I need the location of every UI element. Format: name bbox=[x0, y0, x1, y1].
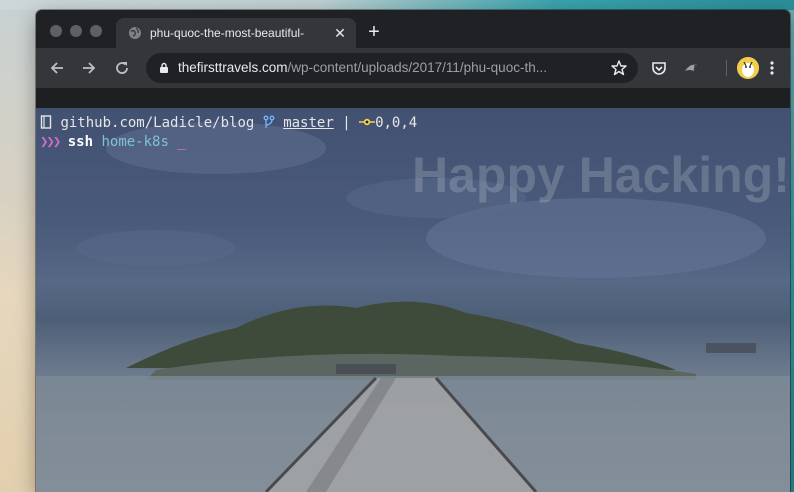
repo-icon bbox=[40, 115, 52, 129]
url-path: /wp-content/uploads/2017/11/phu-quoc-th.… bbox=[287, 60, 547, 75]
branch-name: master bbox=[283, 115, 334, 131]
desktop-wallpaper-top bbox=[0, 0, 794, 10]
terminal-cursor: _ bbox=[177, 134, 186, 150]
browser-toolbar: thefirsttravels.com/wp-content/uploads/2… bbox=[36, 48, 790, 88]
globe-icon bbox=[129, 27, 141, 39]
reload-icon[interactable] bbox=[113, 59, 131, 77]
prompt-chevrons: ❯❯❯ bbox=[40, 134, 61, 150]
close-tab-icon[interactable]: ✕ bbox=[332, 25, 348, 41]
star-icon[interactable] bbox=[610, 59, 628, 77]
commit-icon bbox=[359, 118, 376, 126]
minimize-window-button[interactable] bbox=[70, 25, 82, 37]
avatar-icon[interactable] bbox=[737, 57, 759, 79]
back-arrow-icon[interactable] bbox=[48, 59, 66, 77]
address-bar[interactable]: thefirsttravels.com/wp-content/uploads/2… bbox=[146, 53, 638, 83]
forward-arrow-icon[interactable] bbox=[80, 59, 98, 77]
command-line[interactable]: ❯❯❯ ssh home-k8s _ bbox=[40, 133, 186, 151]
branch-icon bbox=[263, 115, 275, 128]
kebab-menu-icon[interactable] bbox=[766, 59, 778, 77]
git-status: 0,0,4 bbox=[375, 115, 418, 131]
url-text: thefirsttravels.com/wp-content/uploads/2… bbox=[178, 60, 598, 76]
new-tab-button[interactable]: + bbox=[366, 22, 382, 42]
url-domain: thefirsttravels.com bbox=[178, 60, 288, 75]
tab-active[interactable]: phu-quoc-the-most-beautiful- ✕ bbox=[116, 18, 356, 48]
desktop-wallpaper bbox=[0, 0, 40, 492]
command-text: ssh bbox=[67, 134, 94, 150]
tab-strip: phu-quoc-the-most-beautiful- ✕ + bbox=[36, 10, 790, 48]
page-top-bar bbox=[36, 88, 790, 108]
bird-extension-icon[interactable] bbox=[682, 59, 700, 77]
close-window-button[interactable] bbox=[50, 25, 62, 37]
zoom-window-button[interactable] bbox=[90, 25, 102, 37]
page-viewport: github.com/Ladicle/blog master | 0,0,4 ❯… bbox=[36, 88, 790, 492]
browser-window: phu-quoc-the-most-beautiful- ✕ + thefirs… bbox=[36, 10, 790, 492]
separator: | bbox=[342, 115, 351, 131]
happy-hacking-watermark: Happy Hacking! bbox=[412, 147, 790, 203]
repo-path: github.com/Ladicle/blog bbox=[60, 115, 255, 131]
command-argument: home-k8s bbox=[101, 134, 169, 150]
toolbar-divider bbox=[726, 60, 727, 76]
lock-icon[interactable] bbox=[158, 62, 170, 74]
tab-title: phu-quoc-the-most-beautiful- bbox=[150, 26, 305, 40]
prompt-info-line: github.com/Ladicle/blog master | 0,0,4 bbox=[40, 114, 417, 132]
pocket-icon[interactable] bbox=[650, 59, 668, 77]
